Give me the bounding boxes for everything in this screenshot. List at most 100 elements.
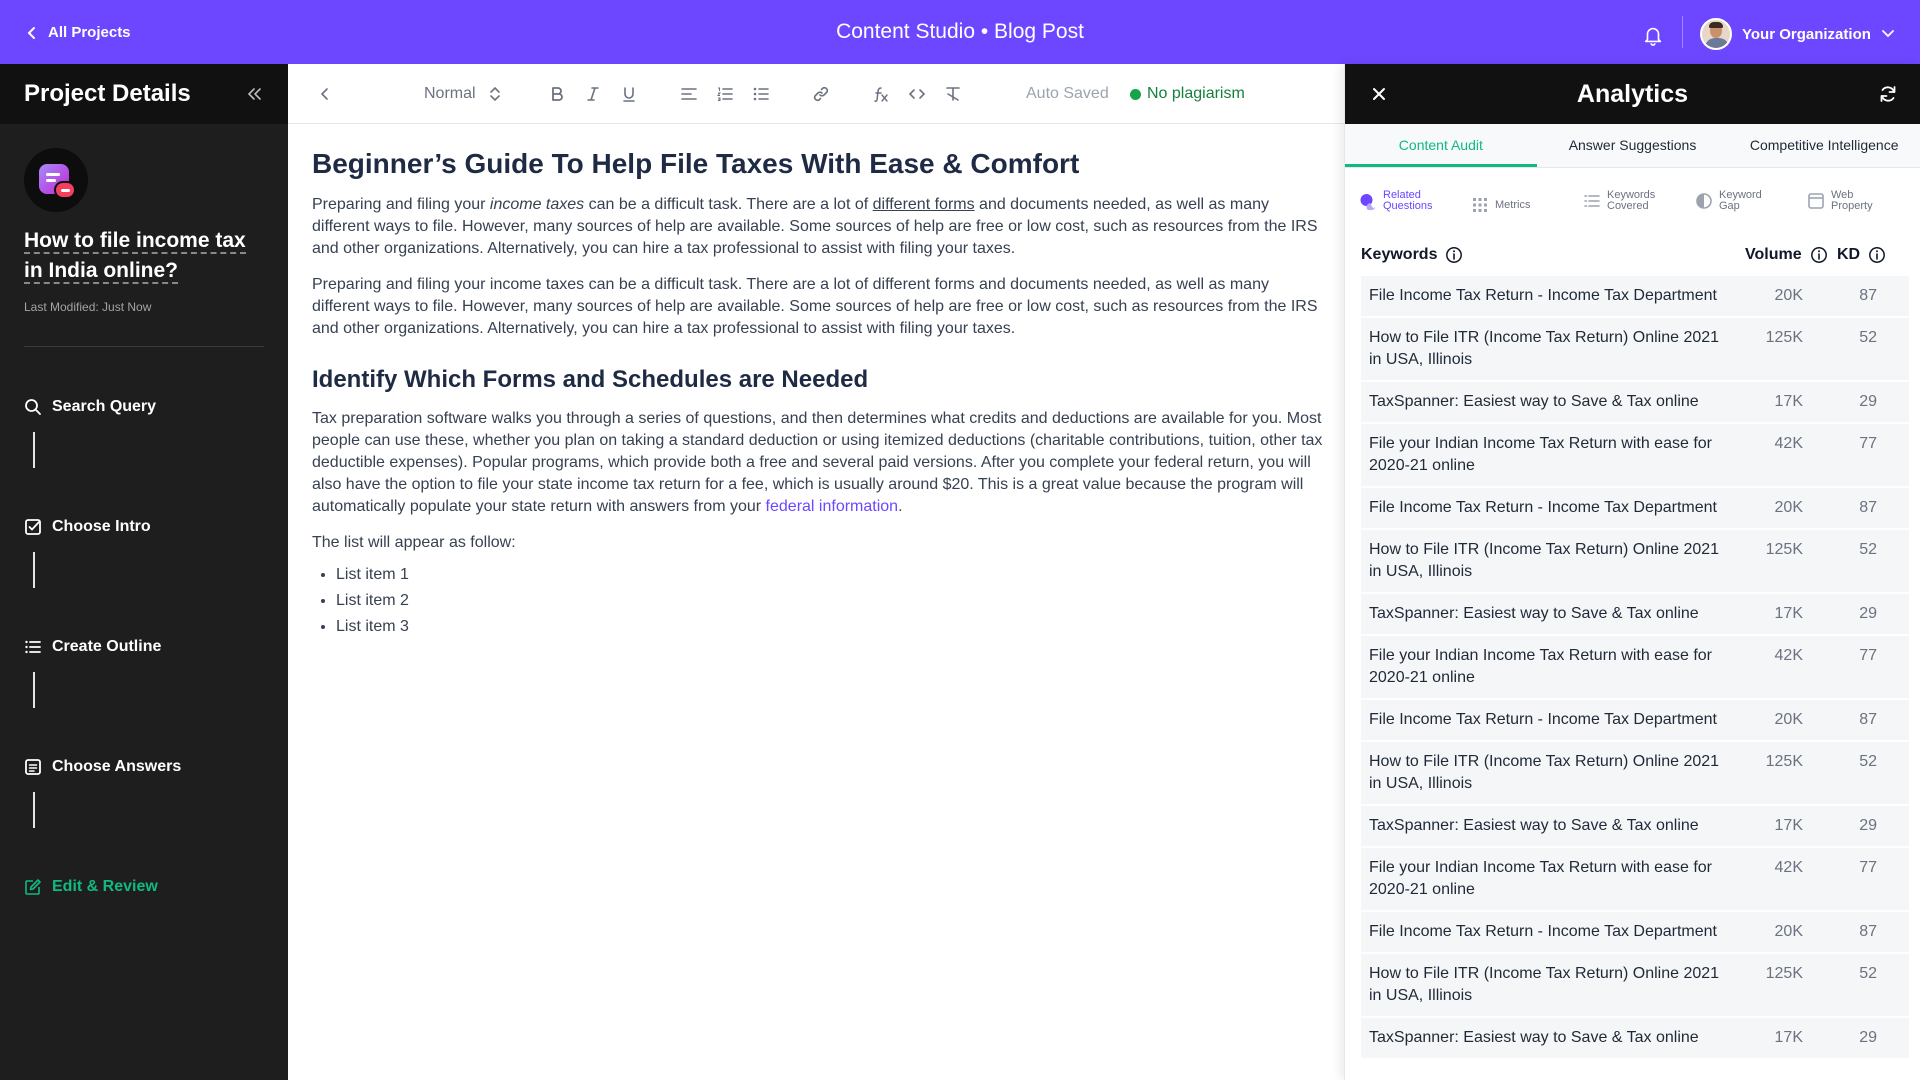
volume-column-header: Volume <box>1745 246 1828 264</box>
bold-button[interactable] <box>548 84 566 104</box>
bell-icon[interactable] <box>1642 24 1664 46</box>
step-connector <box>33 432 35 468</box>
kd-cell: 77 <box>1859 647 1877 664</box>
paragraph-3: Tax preparation software walks you throu… <box>312 410 1323 515</box>
bullet-list-button[interactable] <box>752 84 770 104</box>
volume-cell: 20K <box>1774 287 1803 304</box>
editor: Normal Auto Saved No plagiarism Beginner… <box>288 64 1344 1080</box>
analytics-panel: Analytics Content Audit Answer Suggestio… <box>1344 64 1920 1080</box>
text-format-select[interactable]: Normal <box>424 84 504 104</box>
sidebar-header: Project Details <box>0 64 288 124</box>
refresh-icon[interactable] <box>1878 84 1898 104</box>
table-row[interactable]: File your Indian Income Tax Return with … <box>1361 848 1909 912</box>
numbered-list-button[interactable] <box>716 84 734 104</box>
table-row[interactable]: File Income Tax Return - Income Tax Depa… <box>1361 912 1909 954</box>
project-title[interactable]: How to file income tax in India online? <box>24 226 264 286</box>
list-item: List item 3 <box>336 614 1324 640</box>
table-row[interactable]: How to File ITR (Income Tax Return) Onli… <box>1361 530 1909 594</box>
keyword-cell: How to File ITR (Income Tax Return) Onli… <box>1369 329 1720 368</box>
table-row[interactable]: File your Indian Income Tax Return with … <box>1361 424 1909 488</box>
sidebar-heading: Project Details <box>24 80 191 107</box>
step-edit-review[interactable]: Edit & Review <box>24 878 158 896</box>
table-row[interactable]: File Income Tax Return - Income Tax Depa… <box>1361 276 1909 318</box>
status-dot-icon <box>1130 88 1141 100</box>
volume-cell: 125K <box>1765 541 1803 558</box>
link-button[interactable] <box>812 84 830 104</box>
info-icon[interactable] <box>1810 246 1828 264</box>
kd-cell: 52 <box>1859 753 1877 770</box>
tab-answer-suggestions[interactable]: Answer Suggestions <box>1537 124 1729 167</box>
step-label: Create Outline <box>52 638 162 655</box>
organization-name: Your Organization <box>1742 25 1871 43</box>
step-create-outline[interactable]: Create Outline <box>24 638 161 656</box>
volume-cell: 20K <box>1774 923 1803 940</box>
tab-competitive-intelligence[interactable]: Competitive Intelligence <box>1728 124 1920 167</box>
table-row[interactable]: File your Indian Income Tax Return with … <box>1361 636 1909 700</box>
volume-cell: 17K <box>1774 1029 1803 1046</box>
table-row[interactable]: How to File ITR (Income Tax Return) Onli… <box>1361 318 1909 382</box>
subtab-keyword-gap[interactable]: Keyword Gap <box>1695 190 1762 212</box>
bold-icon <box>552 87 563 101</box>
info-icon[interactable] <box>1445 246 1463 264</box>
analytics-tabs: Content Audit Answer Suggestions Competi… <box>1345 124 1920 168</box>
table-row[interactable]: TaxSpanner: Easiest way to Save & Tax on… <box>1361 806 1909 848</box>
subtab-keywords-covered[interactable]: Keywords Covered <box>1583 190 1655 212</box>
italic-button[interactable] <box>584 84 602 104</box>
keyword-cell: How to File ITR (Income Tax Return) Onli… <box>1369 753 1720 792</box>
different-forms-link[interactable]: different forms <box>873 196 975 213</box>
volume-cell: 17K <box>1774 817 1803 834</box>
info-icon[interactable] <box>1868 246 1886 264</box>
keyword-cell: How to File ITR (Income Tax Return) Onli… <box>1369 965 1720 1004</box>
step-connector <box>33 792 35 828</box>
underline-button[interactable] <box>620 84 638 104</box>
list-intro: The list will appear as follow: <box>312 534 516 551</box>
kd-cell: 29 <box>1859 393 1877 410</box>
window-icon <box>1808 193 1824 209</box>
section-heading: Identify Which Forms and Schedules are N… <box>312 366 869 393</box>
clear-format-button[interactable] <box>944 84 962 104</box>
keyword-cell: File Income Tax Return - Income Tax Depa… <box>1369 287 1717 304</box>
organization-menu[interactable]: Your Organization <box>1700 18 1895 50</box>
volume-cell: 125K <box>1765 329 1803 346</box>
italic-icon <box>587 87 599 101</box>
numbered-list-icon <box>716 87 733 101</box>
paragraph-2: Preparing and filing your income taxes c… <box>312 276 1318 337</box>
step-search-query[interactable]: Search Query <box>24 398 156 416</box>
plagiarism-label: No plagiarism <box>1147 85 1245 102</box>
step-choose-answers[interactable]: Choose Answers <box>24 758 181 776</box>
subtab-metrics[interactable]: Metrics <box>1471 196 1530 214</box>
page-title: Content Studio • Blog Post <box>836 20 1084 43</box>
up-down-chevron-icon <box>489 86 500 102</box>
align-button[interactable] <box>680 84 698 104</box>
kd-cell: 52 <box>1859 329 1877 346</box>
step-connector <box>33 552 35 588</box>
kd-cell: 29 <box>1859 605 1877 622</box>
subtab-web-property[interactable]: Web Property <box>1807 190 1873 212</box>
step-label: Search Query <box>52 398 157 415</box>
tab-content-audit[interactable]: Content Audit <box>1345 124 1537 167</box>
table-row[interactable]: TaxSpanner: Easiest way to Save & Tax on… <box>1361 1018 1909 1060</box>
table-row[interactable]: TaxSpanner: Easiest way to Save & Tax on… <box>1361 594 1909 636</box>
document-icon <box>25 759 41 775</box>
code-button[interactable] <box>908 84 926 104</box>
table-row[interactable]: File Income Tax Return - Income Tax Depa… <box>1361 700 1909 742</box>
code-icon <box>908 89 926 99</box>
list-icon <box>1584 195 1600 207</box>
toggle-icon <box>1696 193 1712 209</box>
document-body[interactable]: Beginner’s Guide To Help File Taxes With… <box>312 148 1324 640</box>
back-button[interactable] <box>316 84 334 104</box>
table-row[interactable]: TaxSpanner: Easiest way to Save & Tax on… <box>1361 382 1909 424</box>
edit-icon <box>25 879 41 895</box>
collapse-sidebar-icon[interactable] <box>244 84 264 104</box>
step-choose-intro[interactable]: Choose Intro <box>24 518 151 536</box>
table-row[interactable]: How to File ITR (Income Tax Return) Onli… <box>1361 954 1909 1018</box>
formula-button[interactable] <box>872 84 890 104</box>
kd-cell: 87 <box>1859 923 1877 940</box>
federal-information-link[interactable]: federal information <box>766 498 899 515</box>
volume-cell: 20K <box>1774 499 1803 516</box>
search-icon <box>25 399 41 415</box>
project-icon <box>24 148 88 212</box>
table-row[interactable]: How to File ITR (Income Tax Return) Onli… <box>1361 742 1909 806</box>
table-row[interactable]: File Income Tax Return - Income Tax Depa… <box>1361 488 1909 530</box>
subtab-related-questions[interactable]: Related Questions <box>1359 190 1433 212</box>
